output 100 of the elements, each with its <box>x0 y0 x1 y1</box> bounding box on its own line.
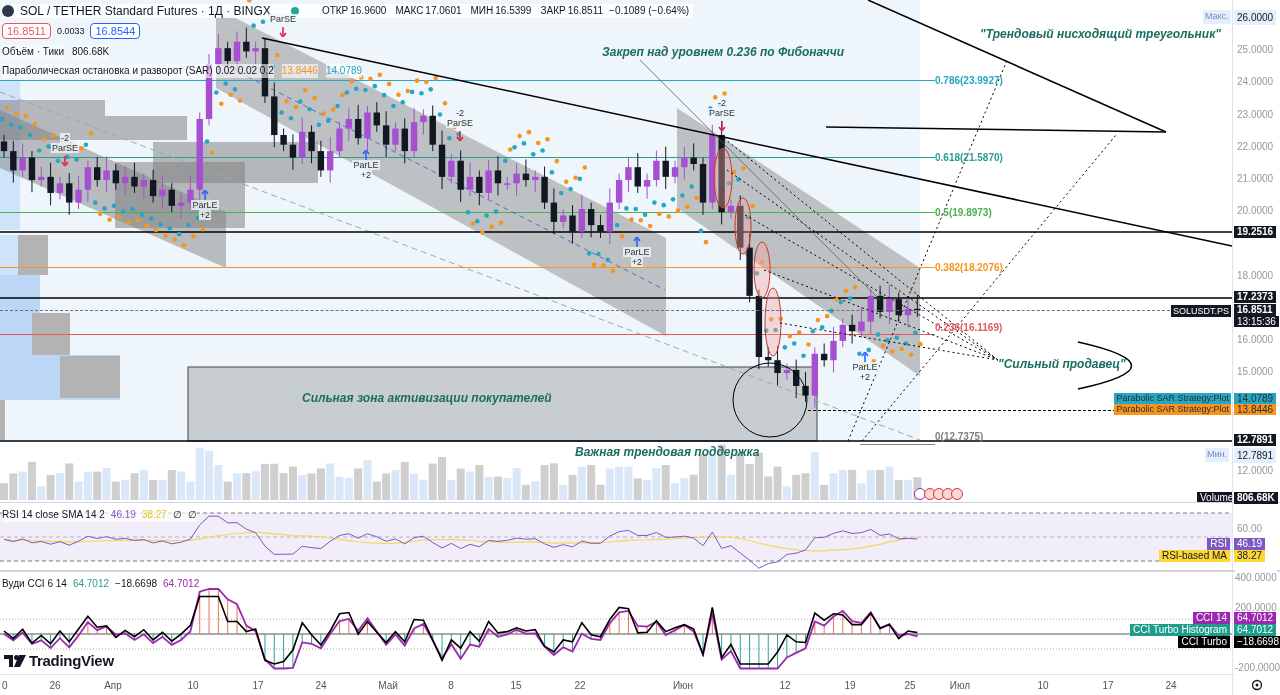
ohlc-label: ЗАКР <box>540 4 566 18</box>
indicator-tag: CCI 14 <box>1192 612 1230 624</box>
chart-annotation: Важная трендовая поддержка <box>575 444 760 461</box>
indicator-value: 64.7012 <box>163 577 200 591</box>
time-label: 10 <box>1037 679 1049 693</box>
chart-annotation: "Сильный продавец" <box>998 356 1126 373</box>
indicator-value: −18.6698 <box>115 577 158 591</box>
time-label: 12 <box>779 679 791 693</box>
ohlc-value: 16.5399 <box>495 4 532 18</box>
indicator-value: ∅ <box>187 508 197 522</box>
indicator-value: 806.68K <box>71 45 110 59</box>
indicator-value: 13.8446 <box>281 64 318 78</box>
price-tag: 16.8511 <box>1234 304 1276 316</box>
indicator-value: 38.27 <box>141 508 167 522</box>
indicator-name: RSI 14 close SMA 14 2 <box>2 508 105 522</box>
signal-label: +2 <box>198 210 212 220</box>
axis-tick: 20.0000 <box>1237 204 1274 218</box>
indicator-tag: RSI <box>1207 538 1230 550</box>
axis-tick: 15.0000 <box>1237 365 1274 379</box>
plot-tag: Parabolic SAR Strategy:Plot <box>1114 393 1231 404</box>
symbol-tag: SOLUSDT.PS <box>1170 305 1231 317</box>
signal-label: +2 <box>858 372 872 382</box>
time-label: 0 <box>2 679 8 693</box>
signal-label: ParLE <box>623 247 651 257</box>
fib-level-label: 0.5(19.8973) <box>935 206 992 220</box>
chart-annotation: Закреп над уровнем 0.236 по Фибоначчи <box>602 44 845 61</box>
indicator-value: ∅ <box>172 508 182 522</box>
indicator-value: 46.19 <box>110 508 136 522</box>
price-tag: 13.8446 <box>1234 404 1277 415</box>
price-tag: 14.0789 <box>1234 393 1277 404</box>
countdown-tag: 13:15:36 <box>1234 316 1279 327</box>
indicator-tag: RSI-based MA <box>1158 550 1230 562</box>
bid-price[interactable]: 16.8511 <box>2 23 51 39</box>
time-label: 26 <box>49 679 61 693</box>
volume-tag-value: 806.68K <box>1234 492 1278 504</box>
fib-level-label: 0.618(21.5870) <box>935 151 1003 165</box>
signal-label: -2 <box>717 98 727 108</box>
ohlc-value: 17.0601 <box>425 4 462 18</box>
ohlc-label: МАКС <box>395 4 424 18</box>
axis-tick: 16.0000 <box>1237 333 1274 347</box>
time-label: 24 <box>315 679 327 693</box>
fib-level-label: 0.786(23.9927) <box>935 74 1003 88</box>
axis-max-value: 26.0000 <box>1234 10 1277 25</box>
time-label: 17 <box>252 679 264 693</box>
indicator-tag-value: 46.19 <box>1234 538 1266 550</box>
ask-price[interactable]: 16.8544 <box>90 23 141 39</box>
time-label: 19 <box>844 679 856 693</box>
signal-label: ParSE <box>446 118 474 128</box>
indicator-tag: CCI Turbo <box>1178 636 1230 648</box>
fib-level-label: 0.236(16.1169) <box>935 321 1003 335</box>
time-label: 8 <box>448 679 454 693</box>
time-label: 10 <box>187 679 199 693</box>
indicator-tag-value: 64.7012 <box>1234 624 1277 636</box>
time-label: Июн <box>672 679 694 693</box>
indicator-name: Вуди CCI 6 14 <box>2 577 67 591</box>
signal-label: +2 <box>630 257 644 267</box>
time-label: Май <box>378 679 398 693</box>
axis-min-label: Мин. <box>1205 448 1229 462</box>
axis-tick: 21.0000 <box>1237 172 1274 186</box>
axis-tick: 24.0000 <box>1237 75 1274 89</box>
chart-annotation: Сильная зона активизации покупателей <box>302 390 552 407</box>
axis-max-label: Макс. <box>1203 10 1231 24</box>
indicator-tag-value: −18.6698 <box>1234 636 1280 648</box>
axis-tick: 25.0000 <box>1237 43 1274 57</box>
signal-label: -2 <box>455 108 465 118</box>
chart-annotation: "Трендовый нисходящий треугольник" <box>980 26 1221 43</box>
axis-tick: 23.0000 <box>1237 108 1274 122</box>
indicator-tag-value: 38.27 <box>1234 550 1266 562</box>
time-label: Июл <box>949 679 971 693</box>
signal-label: ParLE <box>352 160 380 170</box>
axis-tick: 60.00 <box>1237 522 1263 536</box>
signal-label: ParLE <box>851 362 879 372</box>
axis-tick: -200.0000 <box>1235 660 1280 675</box>
indicator-tag-value: 64.7012 <box>1234 612 1277 624</box>
symbol-title: SOL / TETHER Standard Futures · 1Д · BINGX <box>20 4 271 18</box>
signal-label: ParLE <box>191 200 219 210</box>
time-label: 22 <box>574 679 586 693</box>
ohlc-value: 16.9600 <box>350 4 387 18</box>
indicator-value: 64.7012 <box>72 577 110 591</box>
axis-min-value: 12.7891 <box>1234 448 1277 463</box>
indicator-name: Параболическая остановка и разворот (SAR) 0.02 0.02 0.2 <box>2 64 274 78</box>
axis-tick: 12.0000 <box>1237 464 1274 478</box>
axis-tick: 18.0000 <box>1237 269 1274 283</box>
ohlc-label: ОТКР <box>321 4 349 18</box>
ohlc-value: 16.8511 <box>567 4 604 18</box>
signal-label: -2 <box>60 133 70 143</box>
signal-label: ParSE <box>708 108 736 118</box>
brand-name: TradingView <box>29 651 114 671</box>
ohlc-label: МИН <box>470 4 494 18</box>
axis-tick: 22.0000 <box>1237 140 1274 154</box>
time-label: 25 <box>904 679 916 693</box>
time-label: Апр <box>104 679 122 693</box>
fib-level-label: 0.382(18.2076) <box>935 261 1003 275</box>
time-label: 17 <box>1102 679 1114 693</box>
plot-tag: Parabolic SAR Strategy:Plot <box>1114 404 1231 415</box>
price-tag: 17.2373 <box>1234 291 1277 303</box>
indicator-tag: CCI Turbo Histogram <box>1130 624 1230 636</box>
indicator-value: 14.0789 <box>325 64 363 78</box>
signal-label: ParSE <box>51 143 79 153</box>
time-label: 15 <box>510 679 522 693</box>
